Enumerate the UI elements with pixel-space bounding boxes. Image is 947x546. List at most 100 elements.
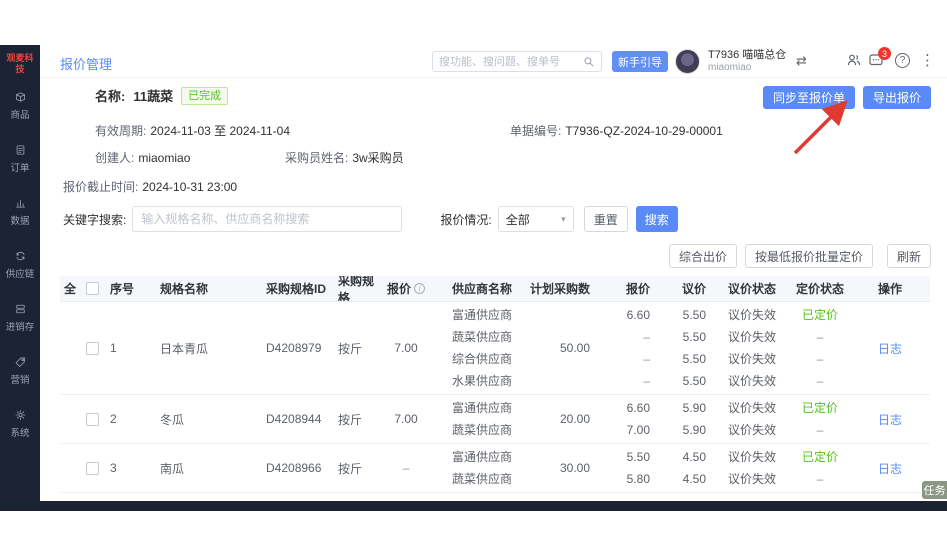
quote-table: 全 序号 规格名称 采购规格ID 采购规格 报价 i 供应商名称 计划采购数 报… (60, 276, 930, 493)
th-plan-qty: 计划采购数 (530, 282, 591, 296)
nego-status-list: 议价失效 议价失效 (727, 450, 776, 486)
field-buyer: 采购员姓名: 3w采购员 (285, 151, 404, 165)
message-badge: 3 (878, 47, 891, 60)
row-index: 2 (110, 412, 117, 426)
supply-chain-icon (15, 251, 25, 261)
log-link[interactable]: 日志 (878, 411, 902, 428)
search-button[interactable]: 搜索 (635, 206, 678, 232)
th-price-status: 定价状态 (795, 282, 844, 296)
name-label: 名称: (95, 89, 126, 104)
th-actions: 操作 (877, 282, 902, 296)
sidebar-nav: 商品 订单 数据 供应链 进销存 营销 系统 (0, 91, 40, 439)
price-status-list: 已定价 – (790, 397, 850, 441)
plan-qty: 20.00 (559, 412, 590, 426)
lowest-price-batch-button[interactable]: 按最低报价批量定价 (744, 244, 873, 268)
price-status: – (816, 472, 824, 486)
nego-list: 5.90 5.90 (682, 401, 706, 437)
nego-status-list: 议价失效 议价失效 议价失效 议价失效 (727, 308, 776, 388)
sidebar-item-data[interactable]: 数据 (0, 197, 40, 227)
sidebar: 观麦科技 商品 订单 数据 供应链 进销存 营销 系统 (0, 45, 40, 501)
table-header: 全 序号 规格名称 采购规格ID 采购规格 报价 i 供应商名称 计划采购数 报… (60, 276, 930, 302)
top-bar: 报价管理 新手引导 T7936 喵喵总仓 miaomiao ⇄ 3 ? ⋮ (40, 45, 947, 78)
more-icon[interactable]: ⋮ (920, 51, 935, 69)
table-row: 3 南瓜 D4208966 按斤 – 富通供应商 蔬菜供应商 30.00 5.5… (60, 444, 930, 493)
price-status: 已定价 (801, 308, 838, 322)
log-link[interactable]: 日志 (878, 340, 902, 357)
th-select-all-label: 全 (63, 282, 76, 296)
help-icon[interactable]: ? (895, 53, 910, 68)
supplier-list: 富通供应商 蔬菜供应商 (430, 446, 530, 490)
spec-id: D4208966 (266, 461, 322, 475)
price-status: – (816, 330, 824, 344)
spec-id: D4208979 (266, 341, 322, 355)
main-content: 名称: 11蔬菜 已完成 同步至报价单 导出报价 有效周期: 2024-11-03… (40, 78, 947, 501)
spec-name: 南瓜 (160, 461, 185, 476)
inventory-icon (15, 304, 25, 314)
price-status: – (816, 352, 824, 366)
export-quote-button[interactable]: 导出报价 (862, 86, 931, 109)
th-price: 报价 (625, 282, 650, 296)
supplier-name: 蔬菜供应商 (452, 423, 513, 437)
supplier-name: 富通供应商 (452, 401, 513, 415)
brand-logo: 观麦科技 (6, 53, 34, 74)
message-icon[interactable]: 3 (868, 47, 891, 73)
sidebar-item-marketing[interactable]: 营销 (0, 356, 40, 386)
info-icon[interactable]: i (414, 283, 425, 294)
th-supplier: 供应商名称 (452, 282, 513, 296)
row-checkbox[interactable] (85, 341, 99, 355)
supplier-name: 蔬菜供应商 (452, 330, 513, 344)
price-status: 已定价 (801, 450, 838, 464)
combined-price-button[interactable]: 综合出价 (668, 244, 737, 268)
global-search-input[interactable] (439, 55, 583, 68)
select-all-checkbox[interactable] (85, 282, 99, 295)
th-spec-id: 采购规格ID (266, 282, 327, 296)
sidebar-item-orders[interactable]: 订单 (0, 144, 40, 174)
field-doc-no: 单据编号: T7936-QZ-2024-10-29-00001 (510, 124, 723, 138)
avatar[interactable] (675, 49, 700, 74)
order-icon (16, 145, 24, 155)
keyword-label: 关键字搜索: (63, 212, 127, 227)
user-name: T7936 喵喵总仓 (708, 49, 787, 61)
sidebar-item-inventory[interactable]: 进销存 (0, 303, 40, 333)
row-index: 1 (110, 341, 117, 355)
supplier-name: 蔬菜供应商 (452, 472, 513, 486)
th-purchase-spec: 采购规格 (338, 276, 375, 301)
switch-account-icon[interactable]: ⇄ (796, 53, 807, 69)
spec-id: D4208944 (266, 412, 322, 426)
field-deadline: 报价截止时间: 2024-10-31 23:00 (63, 180, 238, 194)
box-icon (15, 92, 25, 102)
user-info: T7936 喵喵总仓 miaomiao (708, 49, 786, 74)
row-index: 3 (110, 461, 117, 475)
contacts-icon[interactable] (846, 52, 862, 73)
reset-button[interactable]: 重置 (583, 206, 628, 232)
quote-value: 7.00 (394, 412, 418, 426)
search-icon[interactable] (583, 56, 595, 68)
row-checkbox[interactable] (85, 461, 99, 475)
price-list: 5.50 5.80 (626, 450, 650, 486)
price-status: – (816, 374, 824, 388)
purchase-spec: 按斤 (338, 461, 363, 476)
task-tab[interactable]: 任务 (922, 481, 947, 499)
sidebar-item-supply-chain[interactable]: 供应链 (0, 250, 40, 280)
table-toolbar: 综合出价 按最低报价批量定价 刷新 (668, 244, 931, 268)
global-search (432, 51, 602, 72)
app-screen: 观麦科技 商品 订单 数据 供应链 进销存 营销 系统 报价管理 搜功能、搜问题… (0, 0, 947, 546)
sidebar-item-goods[interactable]: 商品 (0, 91, 40, 121)
price-list: 6.60 7.00 (626, 401, 650, 437)
quote-status-select[interactable]: 全部 ▾ (497, 206, 574, 232)
nego-status-list: 议价失效 议价失效 (727, 401, 776, 437)
price-list: 6.60 – – – (626, 308, 650, 388)
refresh-button[interactable]: 刷新 (886, 244, 931, 268)
header-actions: 同步至报价单 导出报价 (762, 86, 931, 109)
keyword-input[interactable] (132, 206, 403, 232)
filter-bar: 关键字搜索: 报价情况: 全部 ▾ 重置 搜索 (63, 206, 678, 232)
sidebar-item-system[interactable]: 系统 (0, 409, 40, 439)
guide-button[interactable]: 新手引导 (612, 51, 668, 72)
sync-quote-button[interactable]: 同步至报价单 (762, 86, 855, 109)
chart-icon (15, 199, 25, 208)
supplier-name: 水果供应商 (452, 374, 513, 388)
log-link[interactable]: 日志 (878, 460, 902, 477)
price-status-list: 已定价 – – – (790, 304, 850, 392)
row-checkbox[interactable] (85, 412, 99, 426)
supplier-list: 富通供应商 蔬菜供应商 综合供应商 水果供应商 (430, 304, 530, 392)
